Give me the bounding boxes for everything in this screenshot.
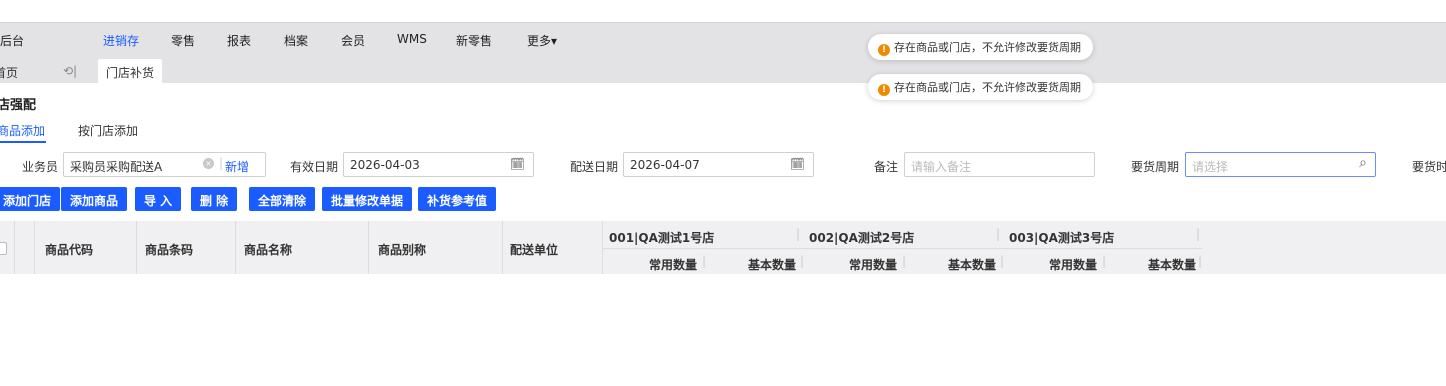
column-header-alias[interactable]: 商品别称 [378,241,426,258]
column-header-product-name[interactable]: 商品名称 [244,241,292,258]
remark-input[interactable]: 请输入备注 [904,152,1095,177]
batch-edit-button[interactable]: 批量修改单据 [322,187,413,211]
column-divider [136,221,137,274]
header-separator: | [1000,254,1005,268]
sub-header-common-qty: 常用数量 [649,258,698,272]
header-separator: | [1196,227,1201,241]
header-separator: | [796,227,801,241]
page-title: 店强配 [0,98,37,113]
delivery-date-value: 2026-04-07 [630,158,700,172]
cycle-time-label: 要货时 [1412,160,1446,174]
calendar-icon[interactable]: 🗓 [790,157,805,171]
valid-date-label: 有效日期 [290,160,339,174]
cycle-placeholder: 请选择 [1192,160,1229,174]
add-product-button[interactable]: 添加商品 [61,187,128,211]
column-header-barcode[interactable]: 商品条码 [145,241,193,258]
nav-item-members[interactable]: 会员 [341,32,365,49]
warning-icon: ! [878,44,890,56]
search-icon[interactable]: ⌕ [1359,155,1367,171]
tab-bar: 首页 ⟲| 门店补货 [0,55,1446,83]
nav-brand[interactable]: 后台 [0,32,24,49]
valid-date-input[interactable]: 2026-04-03 🗓 [343,152,534,177]
nav-item-wms[interactable]: WMS [397,32,427,46]
nav-item-reports[interactable]: 报表 [227,32,251,49]
column-divider [34,221,35,274]
select-all-checkbox[interactable] [0,242,7,255]
clear-icon[interactable]: × [203,158,214,169]
sub-header-common-qty: 常用数量 [1049,258,1098,272]
delivery-date-input[interactable]: 2026-04-07 🗓 [623,152,814,177]
top-nav: 后台 进销存 零售 报表 档案 会员 WMS 新零售 更多▾ [0,22,1446,55]
column-divider [502,221,503,274]
replenish-reference-button[interactable]: 补货参考值 [418,187,497,211]
sub-header-common-qty: 常用数量 [849,258,898,272]
add-store-button[interactable]: 添加门店 [0,187,61,211]
salesman-value: 采购员采购配送A [70,160,163,174]
delivery-date-label: 配送日期 [570,160,619,174]
nav-item-retail[interactable]: 零售 [171,32,195,49]
remark-placeholder: 请输入备注 [911,160,972,174]
subtab-add-by-product[interactable]: 商品添加 [0,122,45,139]
warning-icon: ! [878,84,890,96]
delete-button[interactable]: 删 除 [191,187,238,211]
toast-warning: ! 存在商品或门店，不允许修改要货周期 [868,74,1093,100]
cycle-select[interactable]: 请选择 ⌕ [1185,152,1376,177]
active-subtab-indicator [0,141,46,143]
nav-item-more[interactable]: 更多▾ [527,32,557,49]
subtab-add-by-store[interactable]: 按门店添加 [78,122,138,139]
store-group-header: 003|QA测试3号店 [1009,231,1115,245]
column-divider [368,221,369,274]
import-button[interactable]: 导 入 [135,187,182,211]
toast-warning: ! 存在商品或门店，不允许修改要货周期 [868,34,1093,60]
salesman-select[interactable]: 采购员采购配送A × | 新增 [63,152,266,177]
header-separator: | [996,227,1001,241]
valid-date-value: 2026-04-03 [350,158,420,172]
clear-all-button[interactable]: 全部清除 [249,187,316,211]
header-separator: | [800,254,805,268]
store-group-header: 002|QA测试2号店 [809,231,915,245]
header-separator: | [902,254,907,268]
header-separator: | [702,254,707,268]
salesman-label: 业务员 [22,160,59,174]
divider: | [219,156,224,170]
cycle-label: 要货周期 [1131,160,1180,174]
tab-store-replenishment[interactable]: 门店补货 [98,59,163,83]
add-salesman-link[interactable]: 新增 [225,158,249,175]
header-separator: | [1102,254,1107,268]
header-separator: | [1198,254,1203,268]
calendar-icon[interactable]: 🗓 [510,157,525,171]
column-header-product-code[interactable]: 商品代码 [45,241,93,258]
nav-item-inventory[interactable]: 进销存 [103,32,139,49]
group-divider [602,248,1202,249]
tab-home[interactable]: 首页 [0,64,18,81]
nav-item-new-retail[interactable]: 新零售 [456,32,492,49]
sub-header-base-qty: 基本数量 [748,258,797,272]
column-divider [14,221,15,274]
store-group-header: 001|QA测试1号店 [609,231,715,245]
column-divider [235,221,236,274]
top-strip [0,0,1446,22]
toast-text: 存在商品或门店，不允许修改要货周期 [894,41,1081,54]
toast-text: 存在商品或门店，不允许修改要货周期 [894,81,1081,94]
back-icon[interactable]: ⟲| [63,64,77,78]
nav-item-archives[interactable]: 档案 [284,32,308,49]
sub-header-base-qty: 基本数量 [948,258,997,272]
column-header-delivery-unit[interactable]: 配送单位 [510,241,558,258]
sub-header-base-qty: 基本数量 [1148,258,1197,272]
remark-label: 备注 [874,160,899,174]
